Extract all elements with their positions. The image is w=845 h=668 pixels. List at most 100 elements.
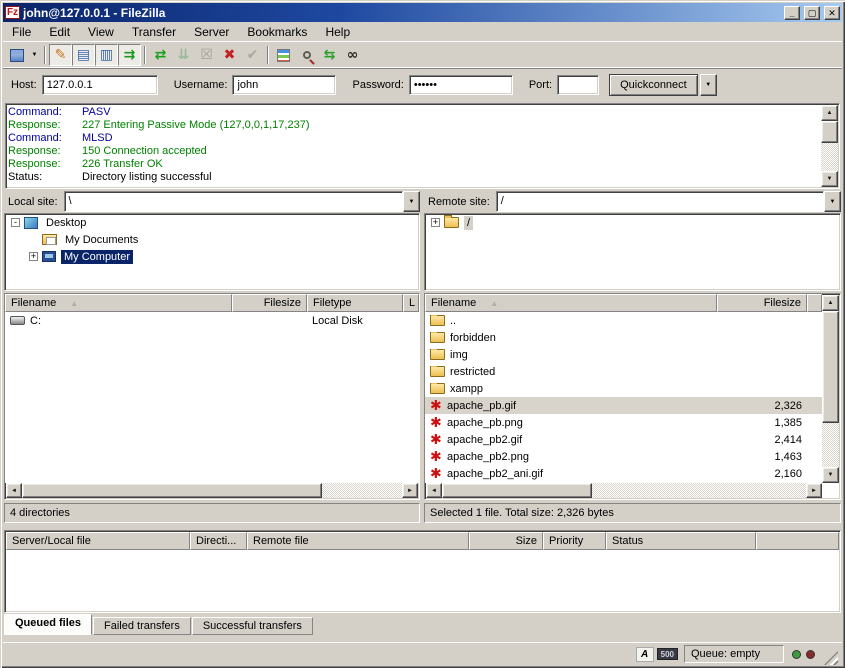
reconnect-button[interactable]: ✔: [241, 44, 264, 66]
remote-hscrollbar[interactable]: ◄ ►: [426, 483, 822, 498]
tree-item-label[interactable]: My Computer: [61, 250, 133, 264]
chevron-down-icon[interactable]: ▼: [403, 191, 420, 212]
expand-icon[interactable]: +: [29, 252, 38, 261]
remote-file-row[interactable]: ✱apache_pb2.png1,463: [425, 448, 822, 465]
tab-queued-files[interactable]: Queued files: [4, 614, 92, 635]
queue-column-status[interactable]: Status: [606, 532, 756, 550]
quickconnect-button[interactable]: Quickconnect: [609, 74, 698, 96]
scroll-up-arrow[interactable]: ▲: [821, 105, 838, 121]
remote-site-value[interactable]: /: [496, 191, 824, 212]
scrollbar-track[interactable]: [322, 483, 402, 498]
remote-vscrollbar[interactable]: ▲ ▼: [822, 295, 839, 483]
disconnect-button[interactable]: ✖: [218, 44, 241, 66]
cancel-operation-button[interactable]: ☒: [195, 44, 218, 66]
file-name: apache_pb2.gif: [447, 434, 522, 446]
menu-item-file[interactable]: File: [3, 23, 40, 41]
quickconnect-dropdown[interactable]: ▼: [700, 74, 717, 96]
scrollbar-thumb[interactable]: [22, 483, 322, 498]
tab-successful-transfers[interactable]: Successful transfers: [192, 617, 313, 635]
tree-item-desktop[interactable]: - Desktop: [5, 214, 419, 231]
tree-item--[interactable]: +/: [425, 214, 840, 231]
speed-limit-icon[interactable]: 500: [657, 648, 678, 660]
tree-item-my-computer[interactable]: + My Computer: [5, 248, 419, 265]
column-header-filetype[interactable]: Filetype: [307, 294, 403, 312]
port-input[interactable]: [557, 75, 599, 95]
data-type-ascii-icon[interactable]: A: [636, 647, 654, 662]
column-header-filesize[interactable]: Filesize: [232, 294, 307, 312]
site-manager-dropdown[interactable]: ▼: [28, 44, 41, 66]
remote-file-row[interactable]: restricted: [425, 363, 822, 380]
scroll-right-arrow[interactable]: ►: [806, 483, 822, 498]
menu-item-help[interactable]: Help: [316, 23, 359, 41]
scrollbar-track[interactable]: [821, 143, 838, 171]
process-queue-button[interactable]: ⇊: [172, 44, 195, 66]
scrollbar-track[interactable]: [592, 483, 806, 498]
filter-button[interactable]: [272, 44, 295, 66]
queue-column-priority[interactable]: Priority: [543, 532, 606, 550]
username-input[interactable]: [232, 75, 336, 95]
password-input[interactable]: [409, 75, 513, 95]
scroll-right-arrow[interactable]: ►: [402, 483, 418, 498]
queue-column-server-local-file[interactable]: Server/Local file: [6, 532, 190, 550]
remote-file-row[interactable]: ✱apache_pb2_ani.gif2,160: [425, 465, 822, 482]
column-header-filename[interactable]: Filename▲: [5, 294, 232, 312]
compare-button[interactable]: [295, 44, 318, 66]
tree-item-label[interactable]: /: [464, 216, 473, 230]
scroll-down-arrow[interactable]: ▼: [821, 171, 838, 187]
scroll-up-arrow[interactable]: ▲: [822, 295, 839, 311]
log-vscrollbar[interactable]: ▲ ▼: [821, 105, 838, 187]
toggle-log-button[interactable]: ✎: [49, 44, 72, 66]
resize-grip[interactable]: [824, 651, 838, 665]
queue-column-directi-[interactable]: Directi...: [190, 532, 247, 550]
column-header-l[interactable]: L: [403, 294, 419, 312]
expand-icon[interactable]: +: [431, 218, 440, 227]
local-file-row[interactable]: C:Local Disk: [5, 312, 419, 329]
tree-item-label[interactable]: My Documents: [62, 233, 141, 247]
remote-file-row[interactable]: xampp: [425, 380, 822, 397]
scroll-left-arrow[interactable]: ◄: [6, 483, 22, 498]
remote-file-row[interactable]: forbidden: [425, 329, 822, 346]
remote-site-combo[interactable]: / ▼: [496, 191, 841, 212]
remote-file-row[interactable]: ✱apache_pb2.gif2,414: [425, 431, 822, 448]
refresh-button[interactable]: ⇄: [149, 44, 172, 66]
find-files-button[interactable]: ∞: [341, 44, 364, 66]
menu-item-bookmarks[interactable]: Bookmarks: [238, 23, 316, 41]
log-line-text: MLSD: [82, 132, 113, 145]
remote-file-row[interactable]: ✱apache_pb.gif2,326: [425, 397, 822, 414]
tree-item-label[interactable]: Desktop: [43, 216, 89, 230]
queue-column-remote-file[interactable]: Remote file: [247, 532, 469, 550]
collapse-icon[interactable]: -: [11, 218, 20, 227]
remote-file-row[interactable]: img: [425, 346, 822, 363]
site-manager-button[interactable]: [5, 44, 28, 66]
queue-column-size[interactable]: Size: [469, 532, 543, 550]
remote-file-row[interactable]: ✱apache_pb.png1,385: [425, 414, 822, 431]
scrollbar-track[interactable]: [822, 423, 839, 467]
menu-item-edit[interactable]: Edit: [40, 23, 79, 41]
column-header-filesize[interactable]: Filesize: [717, 294, 807, 312]
minimize-button[interactable]: _: [784, 6, 800, 20]
scrollbar-thumb[interactable]: [442, 483, 592, 498]
tab-failed-transfers[interactable]: Failed transfers: [93, 617, 191, 635]
scroll-down-arrow[interactable]: ▼: [822, 467, 839, 483]
menu-item-view[interactable]: View: [79, 23, 123, 41]
window-titlebar[interactable]: Fz john@127.0.0.1 - FileZilla _ ▢ ✕: [3, 3, 842, 22]
sync-browse-button[interactable]: ⇆: [318, 44, 341, 66]
host-input[interactable]: [42, 75, 158, 95]
local-hscrollbar[interactable]: ◄ ►: [6, 483, 418, 498]
column-header-filename[interactable]: Filename▲: [425, 294, 717, 312]
menu-item-server[interactable]: Server: [185, 23, 238, 41]
tree-item-my-documents[interactable]: My Documents: [5, 231, 419, 248]
toggle-queue-button[interactable]: ⇉: [118, 44, 141, 66]
maximize-button[interactable]: ▢: [804, 6, 820, 20]
remote-file-row[interactable]: ..: [425, 312, 822, 329]
scrollbar-thumb[interactable]: [821, 121, 838, 143]
local-site-value[interactable]: \: [64, 191, 403, 212]
menu-item-transfer[interactable]: Transfer: [123, 23, 185, 41]
toggle-remote-tree-button[interactable]: ▥: [95, 44, 118, 66]
scrollbar-thumb[interactable]: [822, 311, 839, 423]
local-site-combo[interactable]: \ ▼: [64, 191, 420, 212]
scroll-left-arrow[interactable]: ◄: [426, 483, 442, 498]
close-button[interactable]: ✕: [824, 6, 840, 20]
chevron-down-icon[interactable]: ▼: [824, 191, 841, 212]
toggle-local-tree-button[interactable]: ▤: [72, 44, 95, 66]
